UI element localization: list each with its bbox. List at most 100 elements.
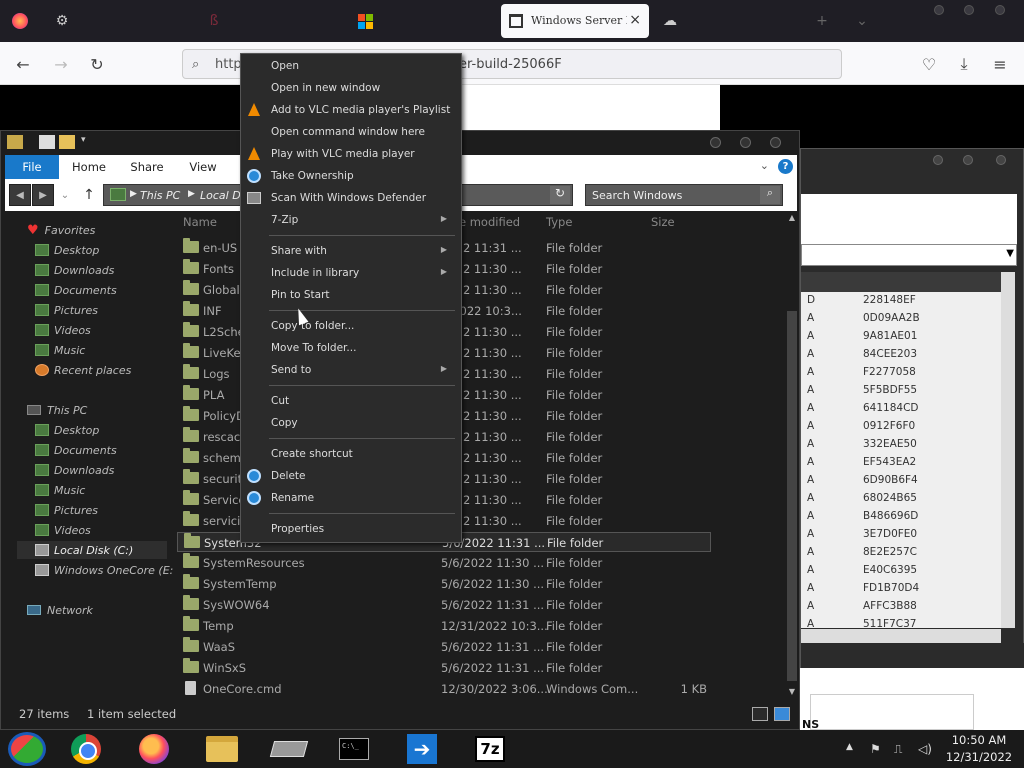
start-button[interactable] [8,732,46,766]
nav-favorites-recent[interactable]: Recent places [35,361,131,379]
column-date-modified[interactable]: e modified [459,215,520,229]
context-menu-item[interactable]: Share with ▶ [241,240,461,262]
new-tab-button[interactable]: + [812,11,832,31]
bg-input-box[interactable] [810,694,974,730]
nav-favorites[interactable]: ♥ Favorites [27,221,95,239]
context-menu-item[interactable]: Create shortcut [241,443,461,465]
context-menu-item[interactable]: Include in library ▶ [241,262,461,284]
network-icon[interactable]: ⎍ [894,742,902,757]
context-menu-item[interactable]: Send to ▶ [241,359,461,381]
pinned-tab-icon[interactable]: ß [204,11,224,31]
close-button[interactable] [995,5,1005,15]
up-button[interactable]: ↑ [79,184,99,206]
firefox-icon[interactable] [10,11,30,31]
nav-thispc-downloads[interactable]: Downloads [35,461,114,479]
context-menu-item[interactable]: Copy to folder... [241,315,461,337]
bg-list-row[interactable]: D 228148EF [801,292,1001,310]
context-menu-item[interactable]: Take Ownership [241,165,461,187]
bg-minimize-button[interactable] [933,155,943,165]
tab-home[interactable]: Home [67,155,111,179]
7zip-icon[interactable]: 7z [474,733,506,765]
maximize-button[interactable] [964,5,974,15]
nav-onecore-drive[interactable]: Windows OneCore (E: [35,561,173,579]
bg-list-row[interactable]: A 68024B65 [801,490,1001,508]
cloud-icon[interactable]: ☁ [660,11,680,31]
tab-file[interactable]: File [5,155,59,179]
file-row[interactable]: OneCore.cmd 12/30/2022 3:06... Windows Com… [177,679,711,699]
folder-icon[interactable] [7,135,23,149]
quick-access-dropdown-icon[interactable]: ▾ [81,135,91,149]
context-menu-item[interactable]: Scan With Windows Defender [241,187,461,209]
scroll-up-icon[interactable]: ▲ [787,213,797,225]
context-menu-item[interactable]: Open [241,55,461,77]
context-menu-item[interactable]: Pin to Start [241,284,461,306]
firefox-icon[interactable] [138,733,170,765]
bg-close-button[interactable] [996,155,1006,165]
nav-this-pc[interactable]: This PC [27,401,87,419]
bg-list-row[interactable]: A 6D90B6F4 [801,472,1001,490]
bg-horizontal-scrollbar[interactable] [801,629,1001,643]
expand-ribbon-icon[interactable]: ⌄ [760,159,769,172]
file-list-scrollbar[interactable]: ▲ ▼ [785,211,799,701]
nav-local-disk[interactable]: Local Disk (C:) [17,541,167,559]
bg-list-row[interactable]: A 0912F6F0 [801,418,1001,436]
forward-button[interactable]: ▶ [32,184,54,206]
bg-list-row[interactable]: A AFFC3B88 [801,598,1001,616]
search-box[interactable]: Search Windows ⌕ [585,184,783,206]
back-button[interactable]: ◀ [9,184,31,206]
search-icon[interactable]: ⌕ [760,186,780,204]
bg-vertical-scrollbar[interactable] [1001,272,1015,628]
command-prompt-icon[interactable]: C:\_ [338,733,370,765]
chrome-icon[interactable] [70,733,102,765]
context-menu-item[interactable]: Cut [241,390,461,412]
context-menu-item[interactable]: Open in new window [241,77,461,99]
explorer-close-button[interactable] [770,137,781,148]
nav-thispc-desktop[interactable]: Desktop [35,421,99,439]
properties-icon[interactable] [39,135,55,149]
minimize-button[interactable] [934,5,944,15]
nav-thispc-music[interactable]: Music [35,481,85,499]
nav-favorites-desktop[interactable]: Desktop [35,241,99,259]
scrollbar-thumb[interactable] [787,311,797,681]
file-row[interactable]: Temp 12/31/2022 10:3... File folder [177,616,711,636]
column-name[interactable]: Name [183,215,217,229]
clock[interactable]: 10:50 AM 12/31/2022 [940,732,1018,766]
file-row[interactable]: SystemResources 5/6/2022 11:30 ... File fo… [177,553,711,573]
bg-list-row[interactable]: A 0D09AA2B [801,310,1001,328]
context-menu-item[interactable]: Move To folder... [241,337,461,359]
context-menu-item[interactable]: Open command window here [241,121,461,143]
context-menu-item[interactable]: Rename [241,487,461,509]
new-folder-icon[interactable] [59,135,75,149]
recent-locations-icon[interactable]: ⌄ [58,184,72,206]
drive-icon[interactable] [269,733,309,765]
nav-thispc-videos[interactable]: Videos [35,521,91,539]
nav-favorites-pictures[interactable]: Pictures [35,301,98,319]
back-icon[interactable]: ← [12,53,34,75]
volume-icon[interactable]: ◁) [918,742,932,756]
explorer-minimize-button[interactable] [710,137,721,148]
bg-list-row[interactable]: A B486696D [801,508,1001,526]
file-row[interactable]: SysWOW64 5/6/2022 11:31 ... File folder [177,595,711,615]
bg-list-row[interactable]: A 84CEE203 [801,346,1001,364]
breadcrumb-this-pc[interactable]: This PC [140,189,180,202]
active-browser-tab[interactable]: Windows Server B × [501,4,649,38]
explorer-maximize-button[interactable] [740,137,751,148]
nav-favorites-videos[interactable]: Videos [35,321,91,339]
file-row[interactable]: WaaS 5/6/2022 11:31 ... File folder [177,637,711,657]
bg-list-row[interactable]: A F2277058 [801,364,1001,382]
nav-favorites-documents[interactable]: Documents [35,281,117,299]
scroll-down-icon[interactable]: ▼ [787,687,797,699]
bg-list-row[interactable]: A 8E2E257C [801,544,1001,562]
show-hidden-icons[interactable]: ▲ [846,742,853,752]
file-row[interactable]: WinSxS 5/6/2022 11:31 ... File folder [177,658,711,678]
details-view-icon[interactable] [752,707,768,721]
nav-thispc-documents[interactable]: Documents [35,441,117,459]
menu-icon[interactable]: ≡ [989,53,1011,75]
windows-logo-icon[interactable] [355,11,375,31]
file-explorer-icon[interactable] [204,733,240,765]
bg-list-row[interactable]: A 332EAE50 [801,436,1001,454]
context-menu-item[interactable]: Play with VLC media player [241,143,461,165]
search-input[interactable]: Search Windows [592,189,682,202]
nav-favorites-music[interactable]: Music [35,341,85,359]
bg-dropdown[interactable]: ▼ [801,244,1017,266]
